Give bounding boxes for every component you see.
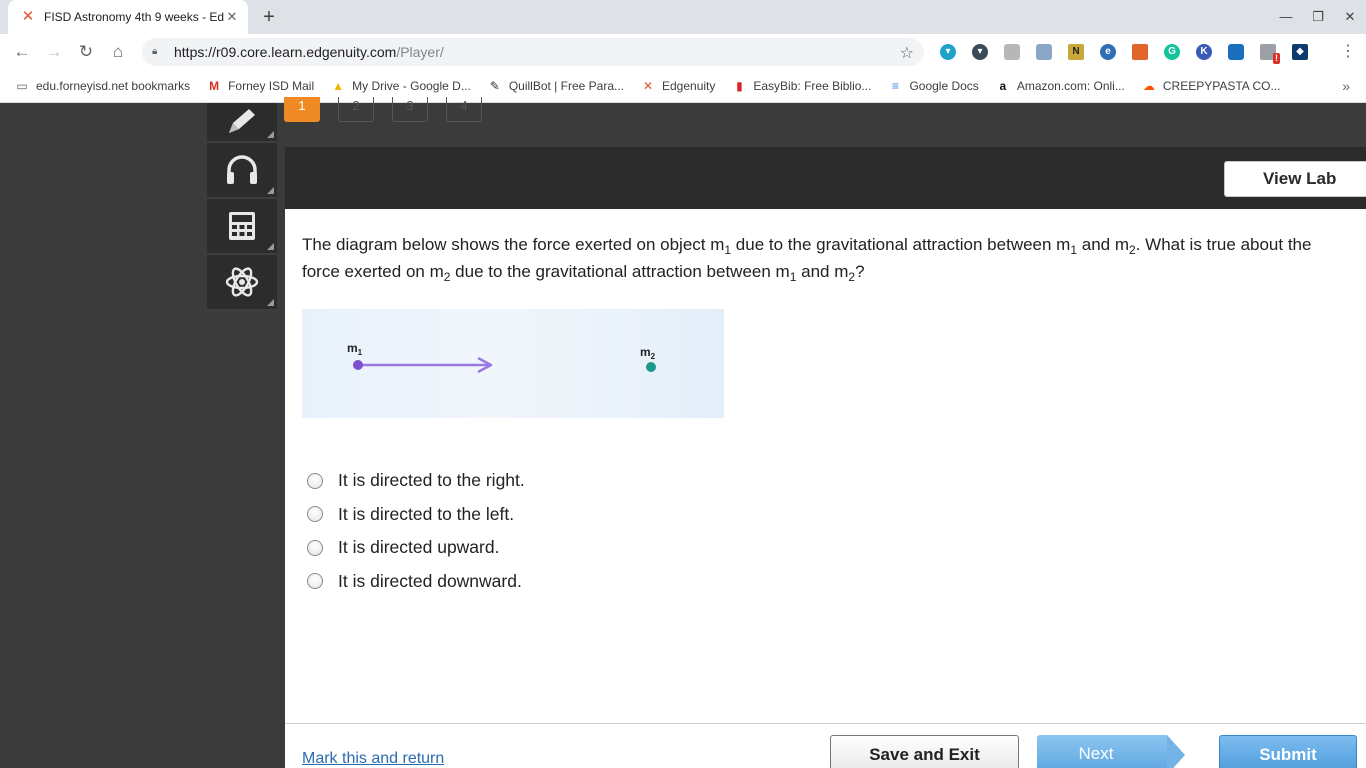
activity-header: View Lab [285,147,1366,209]
pencil-icon [229,109,255,133]
m1-mass [353,360,363,370]
new-tab-button[interactable]: + [258,6,280,28]
bookmark-item[interactable]: M Forney ISD Mail [206,78,314,94]
radio-button[interactable] [307,506,323,523]
answer-choice[interactable]: It is directed upward. [307,531,525,565]
amazon-icon: a [999,79,1007,93]
grammarly-icon[interactable]: G [1160,40,1184,64]
calculator-tool[interactable] [207,199,277,255]
notion-icon[interactable]: N [1064,40,1088,64]
dashlane-icon[interactable]: ◆ [1288,40,1312,64]
bookmark-item[interactable]: ☁ CREEPYPASTA CO... [1141,78,1281,94]
soundcloud-icon: ☁ [1142,79,1155,93]
address-bar[interactable]: 🔒︎ https://r09.core.learn.edgenuity.com /… [142,38,924,66]
bookmark-item[interactable]: ✎ QuillBot | Free Para... [487,78,624,94]
drive-icon: ▲ [332,79,345,93]
kami-icon[interactable]: K [1192,40,1216,64]
screencast-icon[interactable] [1224,40,1248,64]
question-text: The diagram below shows the force exerte… [302,235,1312,284]
bookmark-item[interactable]: a Amazon.com: Onli... [995,78,1124,94]
answer-choice[interactable]: It is directed to the right. [307,464,525,498]
url-path: /Player/ [396,44,444,60]
docs-icon: ≡ [891,79,899,93]
radio-button[interactable] [307,573,323,590]
question-tabs: 1 2 3 4 [284,97,482,122]
url-host: https://r09.core.learn.edgenuity.com [174,44,397,60]
radio-button[interactable] [307,472,323,489]
answer-choice[interactable]: It is directed downward. [307,565,525,599]
force-diagram: m1 m2 [302,309,724,418]
bookmark-item[interactable]: ▮ EasyBib: Free Biblio... [731,78,871,94]
easybib-icon: ▮ [736,79,743,93]
pencil-tool[interactable] [207,103,277,143]
tool-rail [207,103,277,311]
window-controls: — ❐ ✕ [1270,0,1366,34]
mark-and-return-link[interactable]: Mark this and return [302,750,444,768]
browser-toolbar: ← → ↻ ⌂ 🔒︎ https://r09.core.learn.edgenu… [0,34,1366,70]
cast-icon[interactable]: ! [1256,40,1280,64]
home-icon[interactable]: ⌂ [102,36,134,68]
close-window-icon[interactable]: ✕ [1334,0,1366,34]
lock-icon: 🔒︎ [152,46,158,57]
question-tab-3[interactable]: 3 [392,97,428,122]
copy-icon[interactable] [1000,40,1024,64]
player-footer: Mark this and return Save and Exit Next … [285,723,1366,768]
next-button[interactable]: Next [1037,735,1185,768]
tab-title: FISD Astronomy 4th 9 weeks - Edgenuity [44,10,224,24]
science-tool[interactable] [207,255,277,311]
m1-label: m1 [347,341,363,357]
atom-icon [225,267,259,297]
radio-button[interactable] [307,539,323,556]
edgenuity-x-icon: ✕ [21,8,35,25]
submit-button[interactable]: Submit [1219,735,1357,768]
question-tab-1[interactable]: 1 [284,97,320,122]
shield-icon[interactable]: ▾ [968,40,992,64]
folder-icon: ▭ [16,79,28,93]
audio-tool[interactable] [207,143,277,199]
restore-icon[interactable]: ❐ [1302,0,1334,34]
bookmark-item[interactable]: ≡ Google Docs [887,78,979,94]
tab-strip: ✕ FISD Astronomy 4th 9 weeks - Edgenuity… [0,0,1366,34]
save-and-exit-button[interactable]: Save and Exit [830,735,1019,768]
answer-choice[interactable]: It is directed to the left. [307,498,525,532]
question-tab-2[interactable]: 2 [338,97,374,122]
back-icon[interactable]: ← [6,36,38,68]
question-panel: The diagram below shows the force exerte… [285,209,1366,723]
headphones-icon [227,155,257,184]
next-arrow-icon [1167,735,1185,768]
reload-icon[interactable]: ↻ [70,36,102,68]
forward-icon[interactable]: → [38,36,70,68]
pencil-ext-icon[interactable] [1128,40,1152,64]
bookmark-item[interactable]: ▭ edu.forneyisd.net bookmarks [14,78,190,94]
edgenuity-icon: ✕ [642,79,654,93]
bookmark-item[interactable]: ▲ My Drive - Google D... [330,78,471,94]
bookmark-star-icon[interactable]: ☆ [900,43,914,63]
browser-menu-icon[interactable]: ⋮ [1340,41,1356,61]
globe-icon[interactable]: e [1096,40,1120,64]
close-icon[interactable]: ✕ [224,9,240,25]
gmail-icon: M [209,79,220,93]
tool-icon[interactable] [1032,40,1056,64]
m2-label: m2 [640,345,656,361]
view-lab-button[interactable]: View Lab [1224,161,1366,197]
player-area: 1 2 3 4 View Lab The diagram below shows… [0,97,1366,768]
extension-badge: ! [1273,53,1280,64]
bookmarks-overflow-icon[interactable]: » [1342,78,1350,94]
minimize-icon[interactable]: — [1270,0,1302,34]
bookmarks-bar: ▭ edu.forneyisd.net bookmarks M Forney ISD… [0,70,1366,103]
browser-tab[interactable]: ✕ FISD Astronomy 4th 9 weeks - Edgenuity… [8,0,248,34]
bookmark-item[interactable]: ✕ Edgenuity [640,78,715,94]
question-tab-4[interactable]: 4 [446,97,482,122]
quillbot-icon: ✎ [489,79,500,93]
ublock-icon[interactable]: ▾ [936,40,960,64]
extensions-row: ▾ ▾ N e G K ! ◆ [936,40,1312,64]
answer-choices: It is directed to the right. It is direc… [307,464,525,598]
calculator-icon [229,212,255,240]
m2-mass [646,362,656,372]
